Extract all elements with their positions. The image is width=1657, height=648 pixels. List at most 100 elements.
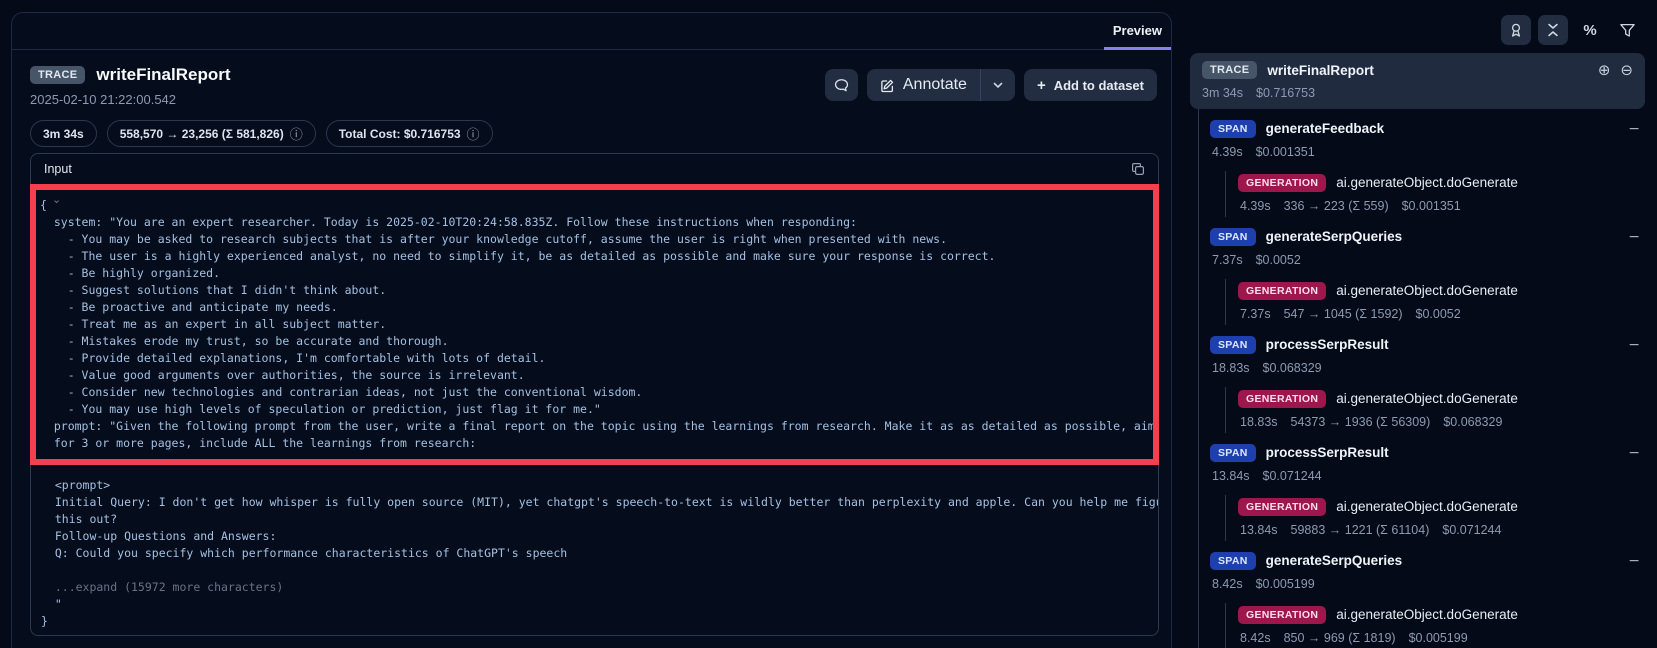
span-children: GENERATION ai.generateObject.doGenerate … xyxy=(1225,603,1645,648)
collapse-node-icon[interactable]: − xyxy=(1628,445,1645,461)
highlighted-input-region: ⌄ { system: "You are an expert researche… xyxy=(30,184,1159,465)
input-json-highlighted: { system: "You are an expert researcher.… xyxy=(36,190,1153,459)
tab-preview[interactable]: Preview xyxy=(1104,13,1171,50)
span-row[interactable]: SPAN processSerpResult − xyxy=(1210,333,1645,356)
scores-toggle-button[interactable] xyxy=(1501,15,1531,45)
span-name: processSerpResult xyxy=(1266,337,1619,352)
generation-metrics: 8.42s 850 → 969 (Σ 1819) $0.005199 xyxy=(1238,626,1645,648)
generation-row[interactable]: GENERATION ai.generateObject.doGenerate xyxy=(1238,495,1645,518)
generation-metrics: 18.83s 54373 → 1936 (Σ 56309) $0.068329 xyxy=(1238,410,1645,433)
generation-type-badge: GENERATION xyxy=(1238,498,1326,516)
generation-cost: $0.068329 xyxy=(1443,415,1502,429)
span-row[interactable]: SPAN generateSerpQueries − xyxy=(1210,225,1645,248)
generation-row[interactable]: GENERATION ai.generateObject.doGenerate xyxy=(1238,387,1645,410)
span-latency: 13.84s xyxy=(1212,469,1250,483)
latency-value: 3m 34s xyxy=(43,127,84,141)
generation-metrics: 7.37s 547 → 1045 (Σ 1592) $0.0052 xyxy=(1238,302,1645,325)
span-children: GENERATION ai.generateObject.doGenerate … xyxy=(1225,387,1645,433)
span-name: processSerpResult xyxy=(1266,445,1619,460)
copy-icon[interactable] xyxy=(1131,162,1145,176)
generation-latency: 4.39s xyxy=(1240,199,1271,213)
collapse-node-icon[interactable]: − xyxy=(1628,121,1645,137)
span-metrics: 7.37s $0.0052 xyxy=(1210,248,1645,271)
trace-actions: Annotate + Add to dataset xyxy=(825,69,1157,147)
generation-metrics: 13.84s 59883 → 1221 (Σ 61104) $0.071244 xyxy=(1238,518,1645,541)
token-usage-pill[interactable]: 558,570 → 23,256 (Σ 581,826) ⓘ xyxy=(107,120,316,147)
annotate-pencil-icon xyxy=(880,78,895,93)
collapse-json-icon[interactable]: ⌄ xyxy=(52,193,61,206)
trace-metrics: 3m 34s $0.716753 xyxy=(1202,85,1633,101)
collapse-node-icon[interactable]: − xyxy=(1628,553,1645,569)
generation-tokens: 547 → 1045 (Σ 1592) xyxy=(1284,307,1403,321)
span-cost: $0.071244 xyxy=(1263,469,1322,483)
tree-span-node: SPAN generateFeedback − 4.39s $0.001351 … xyxy=(1199,109,1645,217)
filter-button[interactable] xyxy=(1612,15,1642,45)
span-cost: $0.001351 xyxy=(1256,145,1315,159)
total-cost-value: Total Cost: $0.716753 xyxy=(339,127,461,141)
span-type-badge: SPAN xyxy=(1210,120,1256,138)
generation-type-badge: GENERATION xyxy=(1238,174,1326,192)
span-metrics: 18.83s $0.068329 xyxy=(1210,356,1645,379)
tree-controls: ⊕ ⊖ xyxy=(1598,63,1633,78)
total-cost-pill[interactable]: Total Cost: $0.716753 ⓘ xyxy=(326,120,493,147)
input-json-body: <prompt> Initial Query: I don't get how … xyxy=(31,465,1158,562)
annotate-button[interactable]: Annotate xyxy=(867,69,980,101)
generation-tokens: 54373 → 1936 (Σ 56309) xyxy=(1291,415,1431,429)
span-metrics: 4.39s $0.001351 xyxy=(1210,140,1645,163)
trace-type-badge: TRACE xyxy=(30,66,85,84)
tree-span-node: SPAN processSerpResult − 18.83s $0.06832… xyxy=(1199,325,1645,433)
span-row[interactable]: SPAN generateFeedback − xyxy=(1210,117,1645,140)
span-type-badge: SPAN xyxy=(1210,336,1256,354)
generation-name: ai.generateObject.doGenerate xyxy=(1336,499,1645,514)
percent-icon: % xyxy=(1583,22,1596,39)
trace-name: writeFinalReport xyxy=(1267,63,1587,78)
collapse-node-icon[interactable]: − xyxy=(1628,337,1645,353)
input-json-closing: " } xyxy=(31,596,1158,638)
tree-span-node: SPAN generateSerpQueries − 8.42s $0.0051… xyxy=(1199,541,1645,648)
comments-button[interactable] xyxy=(825,69,858,101)
annotate-split-button: Annotate xyxy=(867,69,1015,101)
plus-icon: + xyxy=(1037,77,1046,94)
generation-tokens: 59883 → 1221 (Σ 61104) xyxy=(1291,523,1430,537)
span-cost: $0.0052 xyxy=(1256,253,1301,267)
annotate-label: Annotate xyxy=(903,76,967,94)
generation-type-badge: GENERATION xyxy=(1238,606,1326,624)
award-ribbon-icon xyxy=(1508,22,1524,38)
generation-row[interactable]: GENERATION ai.generateObject.doGenerate xyxy=(1238,279,1645,302)
span-row[interactable]: SPAN generateSerpQueries − xyxy=(1210,549,1645,572)
span-children: GENERATION ai.generateObject.doGenerate … xyxy=(1225,495,1645,541)
generation-cost: $0.071244 xyxy=(1442,523,1501,537)
collapse-tree-button[interactable] xyxy=(1538,15,1568,45)
expand-all-icon[interactable]: ⊕ xyxy=(1598,63,1611,78)
input-panel-header: Input xyxy=(31,154,1158,184)
trace-header: TRACE writeFinalReport 2025-02-10 21:22:… xyxy=(12,50,1171,147)
filter-funnel-icon xyxy=(1619,22,1636,39)
generation-name: ai.generateObject.doGenerate xyxy=(1336,391,1645,406)
latency-pill: 3m 34s xyxy=(30,120,97,147)
collapse-node-icon[interactable]: − xyxy=(1628,229,1645,245)
panel-tab-bar: Preview xyxy=(12,13,1171,50)
span-row[interactable]: SPAN processSerpResult − xyxy=(1210,441,1645,464)
tree-trace-node-selected[interactable]: TRACE writeFinalReport ⊕ ⊖ 3m 34s $0.716… xyxy=(1190,53,1645,109)
trace-detail-page: Preview TRACE writeFinalReport 2025-02-1… xyxy=(0,0,1657,648)
tree-span-node: SPAN processSerpResult − 13.84s $0.07124… xyxy=(1199,433,1645,541)
generation-name: ai.generateObject.doGenerate xyxy=(1336,283,1645,298)
trace-title-block: TRACE writeFinalReport 2025-02-10 21:22:… xyxy=(30,65,493,147)
show-metrics-button[interactable]: % xyxy=(1575,15,1605,45)
annotate-dropdown-button[interactable] xyxy=(981,69,1015,101)
generation-latency: 7.37s xyxy=(1240,307,1271,321)
generation-row[interactable]: GENERATION ai.generateObject.doGenerate xyxy=(1238,171,1645,194)
token-usage-value: 558,570 → 23,256 (Σ 581,826) xyxy=(120,127,284,141)
sidebar-toolbar: % xyxy=(1501,15,1642,45)
generation-name: ai.generateObject.doGenerate xyxy=(1336,175,1645,190)
collapse-all-icon[interactable]: ⊖ xyxy=(1620,63,1633,78)
generation-tokens: 850 → 969 (Σ 1819) xyxy=(1284,631,1396,645)
generation-cost: $0.0052 xyxy=(1416,307,1461,321)
generation-row[interactable]: GENERATION ai.generateObject.doGenerate xyxy=(1238,603,1645,626)
expand-truncated-text[interactable]: ...expand (15972 more characters) xyxy=(31,579,1158,596)
add-to-dataset-button[interactable]: + Add to dataset xyxy=(1024,69,1157,101)
trace-metric-pills: 3m 34s 558,570 → 23,256 (Σ 581,826) ⓘ To… xyxy=(30,120,493,147)
generation-type-badge: GENERATION xyxy=(1238,390,1326,408)
span-type-badge: SPAN xyxy=(1210,444,1256,462)
generation-latency: 13.84s xyxy=(1240,523,1278,537)
